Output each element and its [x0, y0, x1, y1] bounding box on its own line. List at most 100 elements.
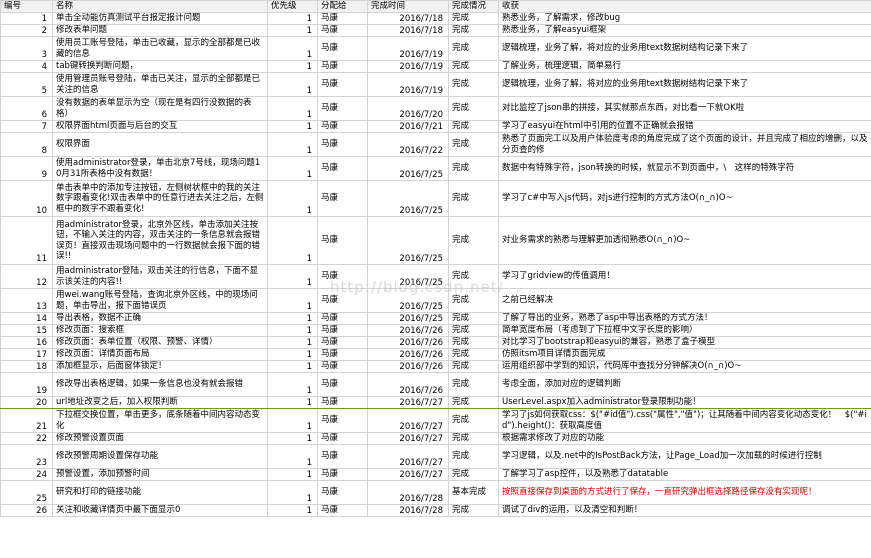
- cell-status[interactable]: 完成: [448, 216, 499, 265]
- cell-priority[interactable]: 1: [267, 120, 318, 133]
- cell-name[interactable]: 使用administrator登录，单击北京7号线，现场问题10月31所表格中没…: [52, 156, 268, 181]
- cell-status[interactable]: 完成: [448, 372, 499, 397]
- cell-assignee[interactable]: 马康: [317, 72, 368, 97]
- cell-name[interactable]: 研究和打印的链接功能: [52, 480, 268, 505]
- cell-priority[interactable]: 1: [267, 60, 318, 73]
- cell-name[interactable]: 用wei.wang账号登陆，查询北京外区线，中的现场问题，单击导出，报下面错误页: [52, 288, 268, 313]
- cell-status[interactable]: 完成: [448, 72, 499, 97]
- cell-assignee[interactable]: 马康: [317, 408, 368, 433]
- cell-gain[interactable]: 了解学习了asp控件，以及熟悉了datatable: [498, 468, 871, 481]
- cell-date[interactable]: 2016/7/18: [367, 12, 449, 25]
- cell-name[interactable]: 修改导出表格逻辑，如果一条信息也没有就会报错: [52, 372, 268, 397]
- cell-assignee[interactable]: 马康: [317, 312, 368, 325]
- cell-priority[interactable]: 1: [267, 264, 318, 289]
- cell-gain[interactable]: 对业务需求的熟悉与理解更加透彻熟悉O(∩_∩)O~: [498, 216, 871, 265]
- cell-date[interactable]: 2016/7/25: [367, 180, 449, 217]
- cell-date[interactable]: 2016/7/22: [367, 132, 449, 157]
- cell-gain[interactable]: 数据中有特殊字符，json转换的时候，就显示不到页面中，\ 这样的特殊字符: [498, 156, 871, 181]
- cell-assignee[interactable]: 马康: [317, 480, 368, 505]
- cell-priority[interactable]: 1: [267, 408, 318, 433]
- cell-gain[interactable]: 学习了gridview的传值调用！: [498, 264, 871, 289]
- cell-date[interactable]: 2016/7/25: [367, 312, 449, 325]
- cell-priority[interactable]: 1: [267, 312, 318, 325]
- cell-status[interactable]: 完成: [448, 504, 499, 517]
- cell-priority[interactable]: 1: [267, 396, 318, 409]
- cell-assignee[interactable]: 马康: [317, 348, 368, 361]
- cell-name[interactable]: 下拉框交换位置，单击更多，底条随着中间内容动态变化: [52, 408, 268, 433]
- cell-gain[interactable]: 学习了c#中写入js代码，对js进行控制的方式方法O(∩_∩)O~: [498, 180, 871, 217]
- cell-gain[interactable]: UserLevel.aspx加入administrator登录限制功能！: [498, 396, 871, 409]
- cell-gain[interactable]: 调试了div的运用，以及清空和判断！: [498, 504, 871, 517]
- cell-gain[interactable]: 了解了导出的业务，熟悉了asp中导出表格的方式方法！: [498, 312, 871, 325]
- cell-status[interactable]: 完成: [448, 24, 499, 37]
- cell-gain[interactable]: 对比学习了bootstrap和easyui的兼容，熟悉了盒子模型: [498, 336, 871, 349]
- cell-date[interactable]: 2016/7/21: [367, 120, 449, 133]
- cell-id[interactable]: 4: [0, 60, 53, 73]
- cell-assignee[interactable]: 马康: [317, 180, 368, 217]
- cell-priority[interactable]: 1: [267, 324, 318, 337]
- cell-name[interactable]: 关注和收藏详情页中最下面显示0: [52, 504, 268, 517]
- cell-name[interactable]: 修改表单问题: [52, 24, 268, 37]
- cell-gain[interactable]: 简单宽度布局（考虑到了下拉框中文字长度的影响）: [498, 324, 871, 337]
- table-row[interactable]: 1 单击全动能仿真测试平台报定报计问题 1 马康 2016/7/18 完成 熟悉业务，了解需…: [0, 12, 871, 25]
- cell-status[interactable]: 完成: [448, 288, 499, 313]
- table-row[interactable]: 17 修改页面：详情页面布局 1 马康 2016/7/26 完成 仿照itsm项目详情页面完…: [0, 348, 871, 361]
- cell-status[interactable]: 完成: [448, 468, 499, 481]
- cell-date[interactable]: 2016/7/28: [367, 504, 449, 517]
- cell-date[interactable]: 2016/7/26: [367, 336, 449, 349]
- cell-name[interactable]: tab键转换判断问题，: [52, 60, 268, 73]
- table-row[interactable]: 24 预警设置，添加预警时间 1 马康 2016/7/27 完成 了解学习了asp控件，以及…: [0, 468, 871, 481]
- cell-date[interactable]: 2016/7/19: [367, 60, 449, 73]
- cell-status[interactable]: 完成: [448, 180, 499, 217]
- cell-gain[interactable]: 了解业务，梳理逻辑，简单易行: [498, 60, 871, 73]
- header-gain[interactable]: 收获: [498, 0, 871, 13]
- cell-date[interactable]: 2016/7/25: [367, 264, 449, 289]
- cell-id[interactable]: 12: [0, 264, 53, 289]
- cell-assignee[interactable]: 马康: [317, 12, 368, 25]
- header-date[interactable]: 完成时间: [367, 0, 449, 13]
- cell-id[interactable]: 11: [0, 216, 53, 265]
- cell-priority[interactable]: 1: [267, 444, 318, 469]
- table-row[interactable]: 11 用administrator登录，北京外区线，单击添加关注按钮，不输入关注的…: [0, 216, 871, 265]
- cell-date[interactable]: 2016/7/25: [367, 156, 449, 181]
- cell-assignee[interactable]: 马康: [317, 156, 368, 181]
- cell-status[interactable]: 完成: [448, 336, 499, 349]
- cell-id[interactable]: 18: [0, 360, 53, 373]
- cell-gain[interactable]: 熟悉业务，了解需求，修改bug: [498, 12, 871, 25]
- table-row[interactable]: 13 用wei.wang账号登陆，查询北京外区线，中的现场问题，单击导出，报下面错…: [0, 288, 871, 313]
- cell-date[interactable]: 2016/7/25: [367, 288, 449, 313]
- cell-assignee[interactable]: 马康: [317, 288, 368, 313]
- cell-name[interactable]: 使用员工账号登陆，单击已收藏，显示的全部都是已收藏的信息: [52, 36, 268, 61]
- cell-date[interactable]: 2016/7/20: [367, 96, 449, 121]
- cell-assignee[interactable]: 马康: [317, 432, 368, 445]
- cell-status[interactable]: 基本完成: [448, 480, 499, 505]
- cell-priority[interactable]: 1: [267, 12, 318, 25]
- cell-id[interactable]: 19: [0, 372, 53, 397]
- table-row[interactable]: 22 修改预警设置页面 1 马康 2016/7/27 完成 根据需求修改了对应的功能: [0, 432, 871, 445]
- cell-date[interactable]: 2016/7/19: [367, 72, 449, 97]
- cell-id[interactable]: 6: [0, 96, 53, 121]
- cell-name[interactable]: 修改页面：搜索框: [52, 324, 268, 337]
- cell-assignee[interactable]: 马康: [317, 36, 368, 61]
- cell-priority[interactable]: 1: [267, 156, 318, 181]
- table-row[interactable]: 19 修改导出表格逻辑，如果一条信息也没有就会报错 1 马康 2016/7/26 完成 考虑…: [0, 372, 871, 397]
- cell-assignee[interactable]: 马康: [317, 324, 368, 337]
- cell-status[interactable]: 完成: [448, 324, 499, 337]
- header-name[interactable]: 名称: [52, 0, 268, 13]
- cell-assignee[interactable]: 马康: [317, 360, 368, 373]
- cell-assignee[interactable]: 马康: [317, 372, 368, 397]
- cell-status[interactable]: 完成: [448, 396, 499, 409]
- cell-priority[interactable]: 1: [267, 72, 318, 97]
- table-row[interactable]: 20 url地址改变之后，加入权限判断 1 马康 2016/7/27 完成 UserLeve…: [0, 396, 871, 409]
- cell-status[interactable]: 完成: [448, 12, 499, 25]
- cell-name[interactable]: 单击全动能仿真测试平台报定报计问题: [52, 12, 268, 25]
- cell-priority[interactable]: 1: [267, 468, 318, 481]
- cell-priority[interactable]: 1: [267, 180, 318, 217]
- cell-date[interactable]: 2016/7/26: [367, 360, 449, 373]
- cell-gain[interactable]: 仿照itsm项目详情页面完成: [498, 348, 871, 361]
- cell-gain[interactable]: 对比监控了json串的拼接，其实就那点东西，对比看一下就OK啦: [498, 96, 871, 121]
- cell-name[interactable]: 修改预警设置页面: [52, 432, 268, 445]
- table-row[interactable]: 15 修改页面：搜索框 1 马康 2016/7/26 完成 简单宽度布局（考虑到了下拉框中文…: [0, 324, 871, 337]
- cell-assignee[interactable]: 马康: [317, 132, 368, 157]
- table-row[interactable]: 18 添加框显示，后面窗体锁定！ 1 马康 2016/7/26 完成 运用组织部中学到的知识…: [0, 360, 871, 373]
